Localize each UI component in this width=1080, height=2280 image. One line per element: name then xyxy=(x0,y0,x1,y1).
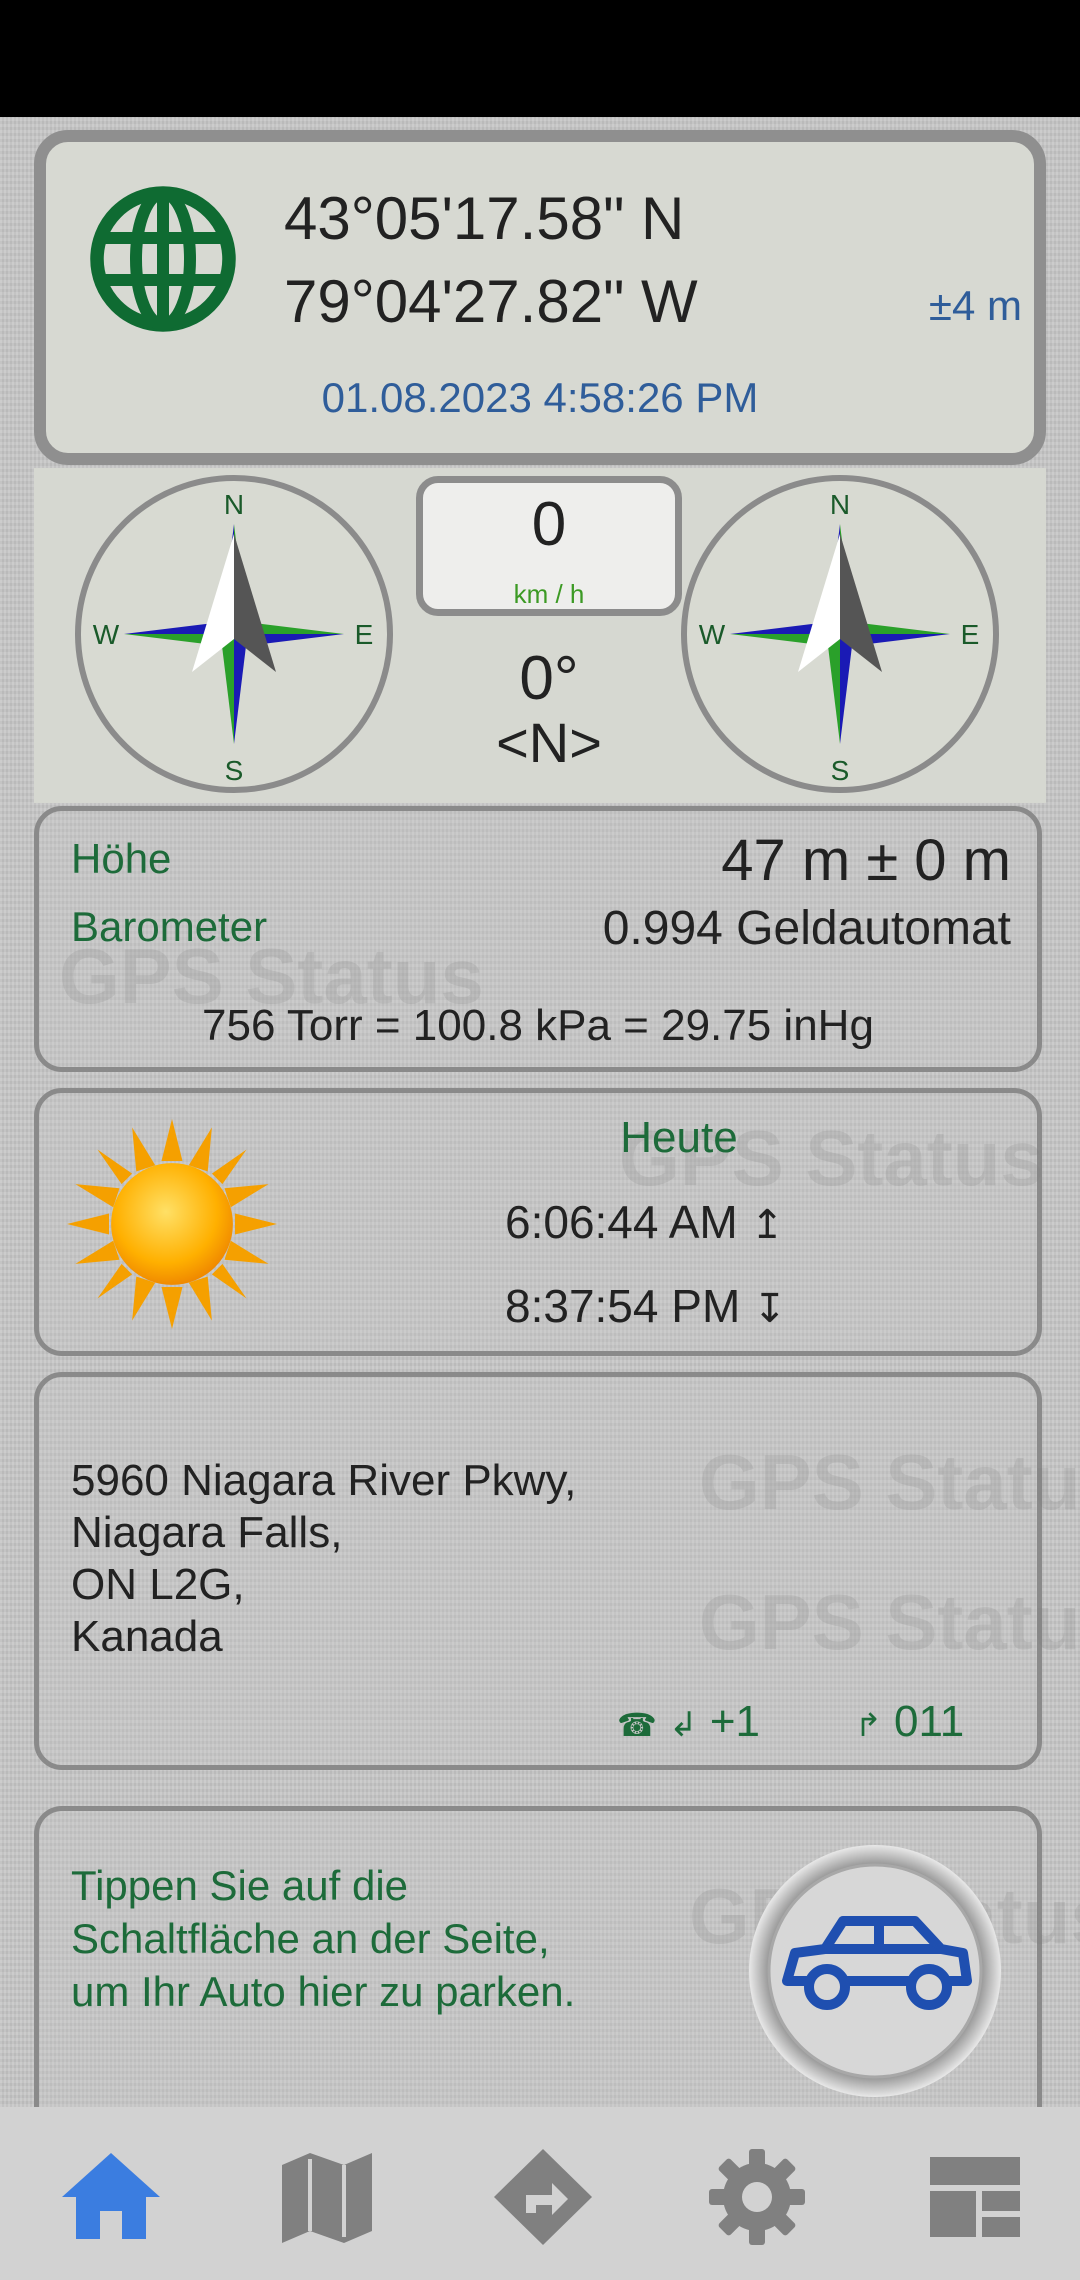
sunrise-row: 6:06:44 AM ↥ xyxy=(505,1195,784,1249)
sunset-icon: ↧ xyxy=(753,1287,787,1331)
settings-icon[interactable] xyxy=(702,2147,812,2247)
watermark-4: GPS Status xyxy=(699,1578,1080,1666)
heading-direction: <N> xyxy=(496,711,602,774)
height-label: Höhe xyxy=(71,835,172,882)
address-line-4: Kanada xyxy=(71,1612,223,1661)
address-line-2: Niagara Falls, xyxy=(71,1508,343,1557)
latitude: 43°05'17.58" N xyxy=(284,185,685,252)
home-icon[interactable] xyxy=(56,2147,166,2247)
compass-right-icon[interactable]: N S W E xyxy=(680,474,1000,794)
address-block: 5960 Niagara River Pkwy, Niagara Falls, … xyxy=(71,1455,576,1663)
map-icon[interactable] xyxy=(272,2147,382,2247)
speed-unit: km / h xyxy=(513,579,585,609)
sun-icon xyxy=(67,1119,277,1329)
address-card[interactable]: GPS Status GPS Status 5960 Niagara River… xyxy=(34,1372,1080,1770)
fix-datetime: 01.08.2023 4:58:26 PM xyxy=(321,374,759,421)
address-line-1: 5960 Niagara River Pkwy, xyxy=(71,1456,577,1505)
phone-icon: ☎ xyxy=(617,1707,657,1743)
watermark-3: GPS Status xyxy=(699,1438,1080,1526)
compass-right-e: E xyxy=(961,619,980,650)
country-code: +1 xyxy=(709,1697,760,1746)
directions-icon[interactable] xyxy=(488,2147,598,2247)
compass-left-e: E xyxy=(355,619,374,650)
address-line-3: ON L2G, xyxy=(71,1560,245,1609)
height-value: 47 m ± 0 m xyxy=(721,828,1011,893)
exit-code-row[interactable]: ↱ 011 xyxy=(855,1697,964,1747)
phone-prefix-row[interactable]: ☎ ↲ +1 xyxy=(617,1697,760,1747)
parking-hint-line-2: Schaltfläche an der Seite, xyxy=(71,1915,550,1962)
barometer-label: Barometer xyxy=(71,903,268,950)
parking-hint-line-3: um Ihr Auto hier zu parken. xyxy=(71,1968,576,2015)
sun-card[interactable]: GPS Status Heute 6:06:44 AM ↥ 8:37:54 PM… xyxy=(34,1088,1044,1356)
sunrise-time: 6:06:44 AM xyxy=(505,1196,738,1248)
compass-right-s: S xyxy=(831,755,850,786)
compass-left-n: N xyxy=(224,489,244,520)
sunrise-icon: ↥ xyxy=(750,1203,785,1247)
accuracy: ±4 m xyxy=(928,282,1022,329)
compass-left-icon[interactable]: N S W E xyxy=(74,474,394,794)
dashboard-icon[interactable] xyxy=(920,2147,1030,2247)
compass-right-w: W xyxy=(699,619,726,650)
globe-icon xyxy=(90,186,236,332)
park-car-button[interactable] xyxy=(745,1841,1005,2101)
speed-value: 0 xyxy=(531,490,567,559)
heading-degrees: 0° xyxy=(519,644,579,713)
exit-code: 011 xyxy=(894,1697,965,1746)
outgoing-icon: ↱ xyxy=(855,1707,882,1743)
sunset-time: 8:37:54 PM xyxy=(505,1280,741,1332)
day-label: Heute xyxy=(620,1113,738,1162)
barometer-value: 0.994 Geldautomat xyxy=(602,902,1011,955)
incoming-icon: ↲ xyxy=(669,1706,698,1744)
longitude: 79°04'27.82" W xyxy=(284,268,698,335)
bottom-navigation xyxy=(0,2107,1080,2280)
parking-hint: Tippen Sie auf die Schaltfläche an der S… xyxy=(71,1859,575,2018)
compass-left-s: S xyxy=(225,755,244,786)
altitude-card[interactable]: GPS Status Höhe 47 m ± 0 m Barometer 0.9… xyxy=(34,806,1042,1072)
speed-box: 0 km / h xyxy=(416,476,682,616)
sunset-row: 8:37:54 PM ↧ xyxy=(505,1279,787,1333)
status-bar xyxy=(0,0,1080,117)
pressure-line: 756 Torr = 100.8 kPa = 29.75 inHg xyxy=(202,1001,874,1050)
parking-card: GPS Status Tippen Sie auf die Schaltfläc… xyxy=(34,1806,1080,2136)
location-card[interactable]: 43°05'17.58" N 79°04'27.82" W ±4 m 01.08… xyxy=(34,130,1046,465)
compass-right-n: N xyxy=(830,489,850,520)
compass-left-w: W xyxy=(93,619,120,650)
parking-hint-line-1: Tippen Sie auf die xyxy=(71,1862,409,1909)
compass-panel: N S W E 0 km / h 0° <N> N S W E xyxy=(34,468,1046,803)
